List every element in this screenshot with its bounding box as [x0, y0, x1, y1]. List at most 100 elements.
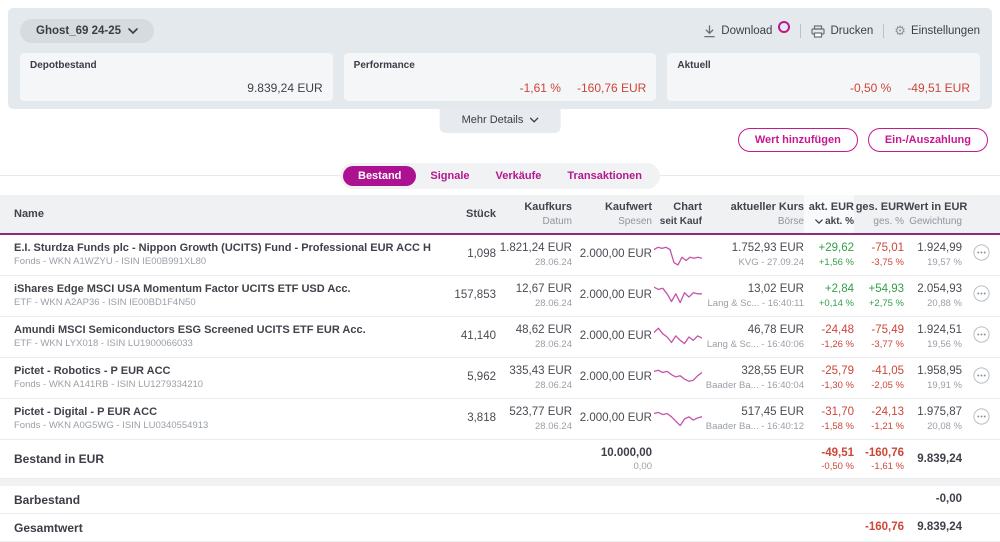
mehr-details-label: Mehr Details: [462, 114, 524, 126]
instrument-name[interactable]: E.I. Sturdza Funds plc - Nippon Growth (…: [14, 241, 454, 256]
col-chart: Chart: [652, 200, 702, 215]
gewichtung-value: 20,88 %: [904, 298, 962, 310]
notification-badge: [778, 21, 790, 33]
stueck-value: 41,140: [454, 329, 496, 345]
kaufkurs-value: 335,43 EUR: [496, 364, 572, 380]
akt-pct-value: +1,56 %: [804, 257, 854, 269]
boerse-value: KVG - 27.09.24: [702, 257, 804, 269]
akt-eur-value: +2,84: [804, 282, 854, 298]
kaufwert-value: 2.000,00 EUR: [572, 411, 652, 427]
gesamtwert-ges: -160,76: [854, 519, 904, 535]
tab-verkaeufe[interactable]: Verkäufe: [484, 166, 554, 186]
table-row: iShares Edge MSCI USA Momentum Factor UC…: [0, 276, 1000, 317]
akt-pct-value: -1,30 %: [804, 380, 854, 392]
performance-value: -160,76 EUR: [577, 81, 646, 95]
col-stueck[interactable]: Stück: [454, 207, 496, 222]
kauf-datum: 28.06.24: [496, 298, 572, 310]
barbestand-wert: -0,00: [904, 491, 962, 507]
bestand-akt-pct: -0,50 %: [804, 461, 854, 473]
settings-button[interactable]: ⚙ Einstellungen: [894, 23, 980, 39]
chevron-down-icon: [529, 117, 538, 123]
gewichtung-value: 19,91 %: [904, 380, 962, 392]
depot-page: Ghost_69 24-25 Download Drucken ⚙ Einste…: [0, 8, 1000, 541]
instrument-name[interactable]: Pictet - Digital - P EUR ACC: [14, 405, 454, 420]
sort-chevron-icon: [815, 215, 823, 228]
row-menu-button[interactable]: [973, 326, 990, 343]
col-kaufwert[interactable]: Kaufwert: [572, 200, 652, 215]
mehr-details-button[interactable]: Mehr Details: [440, 109, 561, 133]
performance-percent: -1,61 %: [520, 81, 561, 95]
gewichtung-value: 20,08 %: [904, 421, 962, 433]
col-akt-pct: akt. %: [825, 216, 854, 227]
wert-value: 1.958,95: [904, 364, 962, 380]
col-spesen: Spesen: [572, 215, 652, 228]
col-wert[interactable]: Wert in EUR: [904, 200, 962, 215]
gewichtung-value: 19,57 %: [904, 257, 962, 269]
akt-pct-value: +0,14 %: [804, 298, 854, 310]
divider: [800, 24, 801, 38]
download-button[interactable]: Download: [703, 25, 790, 38]
instrument-meta: ETF - WKN LYX018 - ISIN LU1900066033: [14, 338, 454, 350]
barbestand-label: Barbestand: [14, 493, 454, 507]
row-menu-button[interactable]: [973, 367, 990, 384]
tab-signale[interactable]: Signale: [418, 166, 481, 186]
stueck-value: 5,962: [454, 370, 496, 386]
akt-eur-value: -24,48: [804, 323, 854, 339]
aktuell-value: -49,51 EUR: [907, 81, 970, 95]
instrument-name[interactable]: Amundi MSCI Semiconductors ESG Screened …: [14, 323, 454, 338]
tab-transaktionen[interactable]: Transaktionen: [555, 166, 654, 186]
download-label: Download: [721, 25, 772, 37]
col-name[interactable]: Name: [14, 207, 454, 222]
summary-row-bestand: Bestand in EUR 10.000,000,00 -49,51-0,50…: [0, 440, 1000, 479]
row-menu-button[interactable]: [973, 285, 990, 302]
col-aktueller-kurs[interactable]: aktueller Kurs: [702, 200, 804, 215]
ges-eur-value: -75,01: [854, 241, 904, 257]
row-menu-button[interactable]: [973, 244, 990, 261]
bestand-label: Bestand in EUR: [14, 452, 454, 466]
print-button[interactable]: Drucken: [811, 25, 873, 38]
kaufkurs-value: 1.821,24 EUR: [496, 241, 572, 257]
kauf-datum: 28.06.24: [496, 257, 572, 269]
card-label: Depotbestand: [30, 60, 323, 71]
tab-bestand[interactable]: Bestand: [343, 166, 416, 186]
instrument-name[interactable]: iShares Edge MSCI USA Momentum Factor UC…: [14, 282, 454, 297]
ges-pct-value: -3,77 %: [854, 339, 904, 351]
divider: [883, 24, 884, 38]
wert-value: 1.924,51: [904, 323, 962, 339]
aktuell-percent: -0,50 %: [850, 81, 891, 95]
deposit-withdraw-button[interactable]: Ein-/Auszahlung: [868, 128, 988, 152]
ges-pct-value: +2,75 %: [854, 298, 904, 310]
portfolio-action-buttons: Wert hinzufügen Ein-/Auszahlung: [738, 128, 988, 152]
kurs-value: 1.752,93 EUR: [702, 241, 804, 257]
card-label: Performance: [354, 60, 647, 71]
table-header: Name Stück Kaufkurs Datum Kaufwert Spese…: [0, 195, 1000, 235]
add-asset-button[interactable]: Wert hinzufügen: [738, 128, 858, 152]
col-ges-eur[interactable]: ges. EUR: [854, 200, 904, 215]
wert-value: 2.054,93: [904, 282, 962, 298]
kauf-datum: 28.06.24: [496, 380, 572, 392]
sorted-column-header[interactable]: akt. EUR akt. %: [804, 195, 854, 233]
gear-icon: ⚙: [894, 23, 906, 39]
col-akt-eur: akt. EUR: [804, 200, 854, 215]
kurs-value: 13,02 EUR: [702, 282, 804, 298]
portfolio-selector-dropdown[interactable]: Ghost_69 24-25: [20, 19, 154, 43]
col-kaufkurs[interactable]: Kaufkurs: [496, 200, 572, 215]
instrument-name[interactable]: Pictet - Robotics - P EUR ACC: [14, 364, 454, 379]
wert-value: 1.924,99: [904, 241, 962, 257]
kaufkurs-value: 48,62 EUR: [496, 323, 572, 339]
col-ges-pct: ges. %: [854, 215, 904, 228]
akt-eur-value: +29,62: [804, 241, 854, 257]
kaufwert-value: 2.000,00 EUR: [572, 370, 652, 386]
sparkline-chart: [652, 242, 702, 268]
stueck-value: 1,098: [454, 247, 496, 263]
row-menu-button[interactable]: [973, 408, 990, 425]
table-row: Pictet - Robotics - P EUR ACCFonds - WKN…: [0, 358, 1000, 399]
chevron-down-icon: [128, 28, 138, 34]
stueck-value: 3,818: [454, 411, 496, 427]
top-actions: Download Drucken ⚙ Einstellungen: [703, 23, 980, 39]
sparkline-chart: [652, 283, 702, 309]
akt-eur-value: -31,70: [804, 405, 854, 421]
bestand-wert: 9.839,24: [904, 451, 962, 467]
portfolio-selector-label: Ghost_69 24-25: [36, 25, 121, 37]
instrument-meta: Fonds - WKN A1WZYU - ISIN IE00B991XL80: [14, 256, 454, 268]
